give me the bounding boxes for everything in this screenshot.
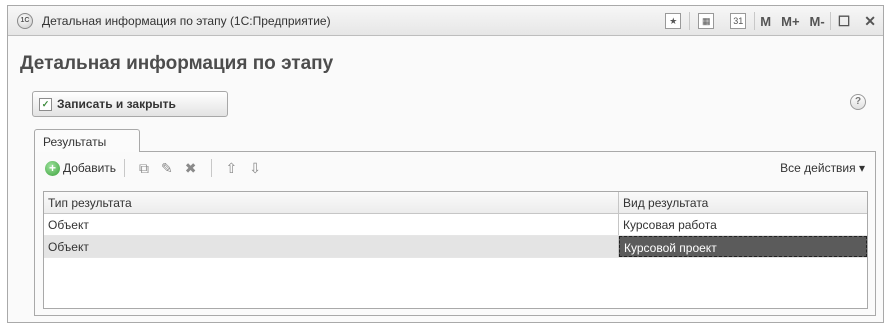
memory-subtract-button[interactable]: M- xyxy=(810,14,825,29)
window-title: Детальная информация по этапу (1С:Предпр… xyxy=(42,14,331,28)
command-divider xyxy=(210,159,212,177)
delete-icon[interactable]: ✖ xyxy=(185,160,197,176)
cell-result-kind[interactable]: Курсовая работа xyxy=(619,214,867,235)
favorites-icon[interactable]: ★ xyxy=(665,13,682,29)
dialog-window: 1С Детальная информация по этапу (1С:Пре… xyxy=(7,5,884,323)
move-up-icon[interactable]: ⇧ xyxy=(226,160,238,176)
title-bar: 1С Детальная информация по этапу (1С:Пре… xyxy=(8,6,883,36)
cell-result-kind[interactable]: Курсовой проект xyxy=(619,236,867,257)
column-header-kind[interactable]: Вид результата xyxy=(619,192,867,213)
copy-icon[interactable]: ⧉ xyxy=(139,160,149,176)
add-button-label: Добавить xyxy=(63,161,117,175)
memory-store-button[interactable]: M xyxy=(760,14,771,29)
cell-result-type[interactable]: Объект xyxy=(44,236,619,257)
add-plus-icon: + xyxy=(45,160,60,176)
column-header-type[interactable]: Тип результата xyxy=(44,192,619,213)
results-table: Тип результата Вид результата Объект Кур… xyxy=(43,191,868,309)
table-row-selected[interactable]: Объект Курсовой проект xyxy=(44,236,867,258)
close-icon[interactable]: ✕ xyxy=(864,13,876,30)
table-header: Тип результата Вид результата xyxy=(44,192,867,214)
save-and-close-button[interactable]: ✓ Записать и закрыть xyxy=(32,91,228,117)
form-title: Детальная информация по этапу xyxy=(20,53,334,74)
help-icon[interactable]: ? xyxy=(850,94,866,110)
calculator-icon[interactable]: ▦ xyxy=(698,13,715,29)
calendar-icon[interactable]: 31 xyxy=(730,13,747,29)
toolbar-divider xyxy=(754,12,756,30)
results-panel: + Добавить ⧉ ✎ ✖ ⇧ ⇩ Все действия ▾ Тип … xyxy=(34,151,876,316)
memory-add-button[interactable]: M+ xyxy=(781,14,799,29)
save-check-icon: ✓ xyxy=(39,97,52,111)
toolbar-divider xyxy=(689,12,691,30)
table-row[interactable]: Объект Курсовая работа xyxy=(44,214,867,236)
command-bar: + Добавить ⧉ ✎ ✖ ⇧ ⇩ Все действия ▾ xyxy=(35,152,875,184)
command-divider xyxy=(124,159,126,177)
toolbar-divider xyxy=(829,12,831,30)
cell-result-type[interactable]: Объект xyxy=(44,214,619,235)
maximize-icon[interactable]: ☐ xyxy=(838,13,851,30)
save-and-close-label: Записать и закрыть xyxy=(57,97,176,111)
app-logo-icon[interactable]: 1С xyxy=(17,13,33,29)
tab-results[interactable]: Результаты xyxy=(34,129,140,152)
add-button[interactable]: + Добавить xyxy=(45,160,117,176)
move-down-icon[interactable]: ⇩ xyxy=(249,160,261,176)
all-actions-menu[interactable]: Все действия ▾ xyxy=(780,161,865,175)
title-bar-tools: ★ ▦ 31 M M+ M- ☐ ✕ xyxy=(657,6,883,36)
edit-pencil-icon[interactable]: ✎ xyxy=(161,160,173,176)
